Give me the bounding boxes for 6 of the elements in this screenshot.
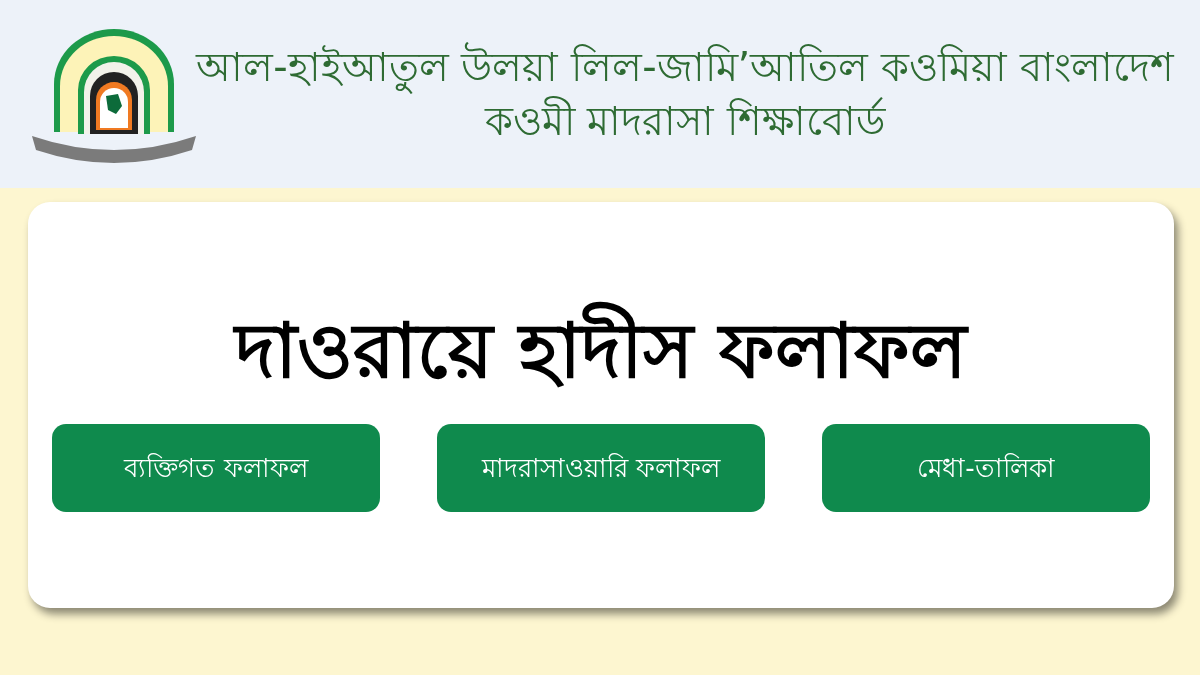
page-heading: দাওরায়ে হাদীস ফলাফল xyxy=(234,294,968,408)
result-button[interactable]: মেধা-তালিকা xyxy=(822,424,1150,512)
result-button[interactable]: মাদরাসাওয়ারি ফলাফল xyxy=(437,424,765,512)
board-name: কওমী মাদরাসা শিক্ষাবোর্ড xyxy=(483,95,887,146)
result-button[interactable]: ব্যক্তিগত ফলাফল xyxy=(52,424,380,512)
organization-name: আল-হাইআতুল উলয়া লিল-জামি’আতিল কওমিয়া বাংলাদেশ xyxy=(194,40,1176,94)
